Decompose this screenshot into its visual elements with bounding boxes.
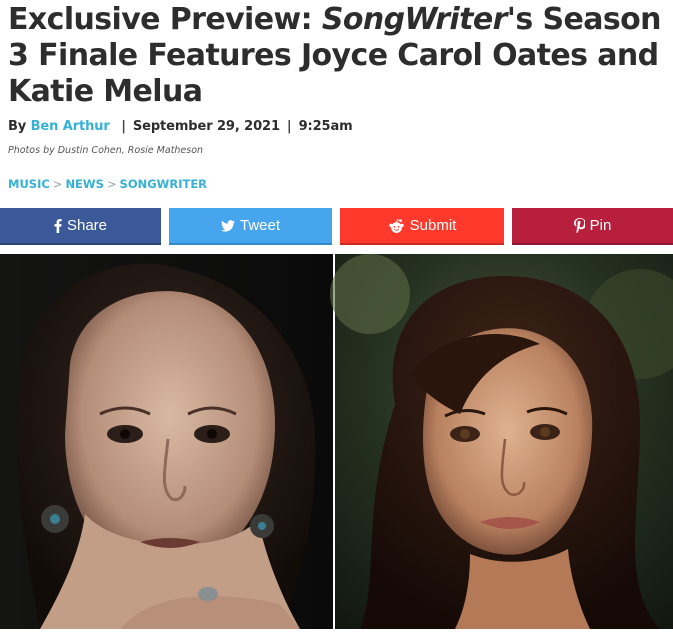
right-portrait [330,254,673,629]
byline-separator: | [121,119,126,134]
twitter-tweet-label: Tweet [239,217,281,234]
share-bar: Share Tweet Submit Pin [0,208,673,245]
title-prefix: Exclusive Preview: [8,2,322,37]
facebook-share-label: Share [66,217,108,234]
breadcrumb-songwriter[interactable]: SONGWRITER [120,177,208,191]
reddit-submit-button[interactable]: Submit [340,208,504,245]
pinterest-icon [573,218,585,233]
photo-credit: Photos by Dustin Cohen, Rosie Matheson [8,145,204,156]
breadcrumb-news[interactable]: NEWS [65,177,103,191]
breadcrumb-separator: > [52,177,63,191]
pinterest-pin-button[interactable]: Pin [512,208,673,245]
breadcrumb: MUSIC > NEWS > SONGWRITER [8,177,207,191]
byline-prefix: By [8,119,27,134]
reddit-submit-label: Submit [409,217,457,234]
author-link[interactable]: Ben Arthur [31,119,110,134]
publish-time: 9:25am [298,119,353,134]
reddit-icon [388,218,405,233]
left-portrait [0,254,334,629]
title-show-name: SongWriter [321,2,508,37]
facebook-icon [54,218,62,233]
pinterest-pin-label: Pin [589,217,612,234]
twitter-icon [220,219,235,232]
twitter-tweet-button[interactable]: Tweet [169,208,332,245]
byline-separator: | [286,119,292,134]
hero-image [0,254,673,629]
article-title: Exclusive Preview: SongWriter's Season 3… [8,2,668,110]
hero-photo-collage [0,254,673,629]
publish-date: September 29, 2021 [132,119,280,134]
breadcrumb-music[interactable]: MUSIC [8,177,50,191]
breadcrumb-separator: > [106,177,117,191]
facebook-share-button[interactable]: Share [0,208,161,245]
byline: By Ben Arthur | September 29, 2021 | 9:25am [8,119,353,134]
